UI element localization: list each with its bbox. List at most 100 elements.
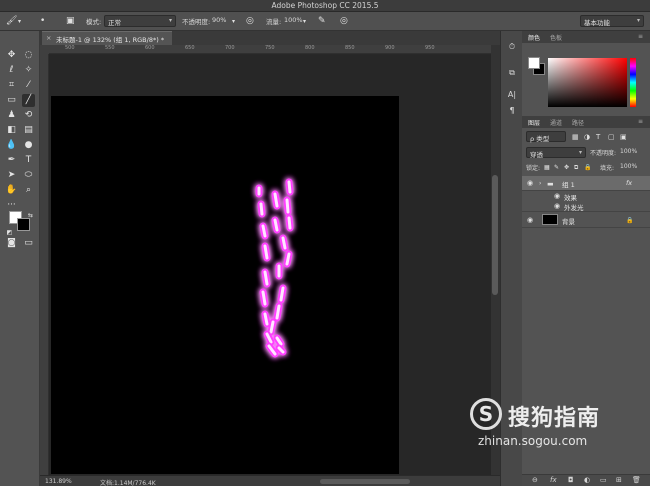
history-brush-icon[interactable]: ⟲	[22, 109, 35, 122]
ruler-tick-label: 900	[385, 45, 395, 51]
lock-position-icon[interactable]: ✥	[564, 163, 569, 173]
delete-layer-icon[interactable]: 🗑	[632, 476, 641, 484]
link-layers-icon[interactable]: ⊖	[532, 476, 538, 484]
filter-adjustment-icon[interactable]: ◑	[584, 132, 590, 142]
eye-icon[interactable]: ◉	[554, 202, 560, 210]
layer-effect-outer-glow-row[interactable]: ◉ 外发光	[522, 201, 650, 212]
horizontal-scroll-thumb[interactable]	[320, 479, 410, 484]
tab-layers[interactable]: 图层	[528, 118, 540, 127]
glow-dash-core	[263, 244, 269, 260]
brush-size-icon[interactable]: •	[40, 16, 45, 26]
layer-filter-select[interactable]: ρ 类型	[526, 131, 566, 143]
properties-icon[interactable]: ⧉	[506, 67, 518, 79]
new-layer-icon[interactable]: ⊞	[616, 476, 622, 484]
color-panel-fg-swatch[interactable]	[528, 57, 540, 69]
chevron-down-icon[interactable]: ▾	[232, 17, 235, 27]
blend-mode-value: 穿透	[530, 151, 543, 159]
glow-dash-core	[273, 192, 279, 208]
swap-colors-icon[interactable]: ⇆	[24, 209, 37, 222]
layer-row-group-1[interactable]: ◉ › ▬ 组 1 fx	[522, 176, 650, 191]
mode-select[interactable]: 正常 ▾	[104, 15, 176, 27]
type-tool-icon[interactable]: T	[22, 154, 35, 167]
color-panel-tabs: 颜色 色板 ≡	[522, 31, 650, 43]
brush-panel-icon[interactable]: ▣	[66, 16, 75, 26]
eraser-tool-icon[interactable]: ◧	[5, 124, 18, 137]
layer-row-background[interactable]: ◉ 背景 🔒	[522, 212, 650, 228]
opacity-value[interactable]: 90%	[212, 16, 226, 24]
filter-pixel-icon[interactable]: ▦	[572, 132, 579, 142]
glow-dash-core	[287, 216, 292, 230]
layer-opacity-value[interactable]: 100%	[620, 148, 637, 155]
layer-effects-row[interactable]: ◉ 效果	[522, 191, 650, 202]
artboard[interactable]	[51, 96, 399, 474]
eye-icon[interactable]: ◉	[527, 216, 533, 224]
adjustment-layer-icon[interactable]: ◐	[584, 476, 590, 484]
fx-badge[interactable]: fx	[626, 179, 632, 187]
chevron-down-icon[interactable]: ▾	[303, 17, 306, 27]
workspace-select[interactable]: 基本功能 ▾	[580, 15, 644, 27]
dodge-tool-icon[interactable]: ●	[22, 139, 35, 152]
glow-dash-core	[269, 320, 275, 334]
lock-all-icon[interactable]: 🔒	[584, 163, 591, 173]
quick-mask-icon[interactable]: ◙	[5, 237, 18, 250]
scroll-thumb[interactable]	[492, 175, 498, 295]
crop-tool-icon[interactable]: ⌗	[5, 79, 18, 92]
path-selection-icon[interactable]: ➤	[5, 169, 18, 182]
healing-brush-icon[interactable]: ▭	[5, 94, 18, 107]
panel-menu-icon[interactable]: ≡	[638, 33, 643, 40]
tab-swatches[interactable]: 色板	[550, 33, 562, 42]
history-icon[interactable]: ⏱	[506, 41, 518, 53]
eye-icon[interactable]: ◉	[527, 179, 533, 187]
filter-type-icon[interactable]: T	[596, 132, 600, 142]
airbrush-icon[interactable]: ✎	[318, 16, 326, 26]
magic-wand-icon[interactable]: ✧	[22, 64, 35, 77]
lock-image-icon[interactable]: ✎	[554, 163, 559, 173]
eyedropper-tool-icon[interactable]: ⁄	[22, 79, 35, 92]
pressure-size-icon[interactable]: ◎	[340, 16, 348, 26]
lasso-tool-icon[interactable]: ℓ	[5, 64, 18, 77]
blend-mode-select[interactable]: 穿透 ▾	[526, 147, 586, 159]
zoom-tool-icon[interactable]: ⌕	[22, 184, 35, 197]
tab-channels[interactable]: 通道	[550, 118, 562, 127]
screen-mode-icon[interactable]: ▭	[22, 237, 35, 250]
marquee-tool-icon[interactable]: ◌	[22, 49, 35, 62]
layer-filter-label: ρ 类型	[530, 135, 550, 143]
color-picker-field[interactable]	[548, 58, 627, 107]
chevron-down-icon[interactable]: ▾	[18, 17, 21, 27]
ruler-tick-label: 800	[305, 45, 315, 51]
new-group-icon[interactable]: ▭	[600, 476, 607, 484]
tab-paths[interactable]: 路径	[572, 118, 584, 127]
character-icon[interactable]: A|	[506, 89, 518, 101]
pressure-opacity-icon[interactable]: ◎	[246, 16, 254, 26]
filter-shape-icon[interactable]: ▢	[608, 132, 615, 142]
lock-artboard-icon[interactable]: ⧉	[574, 163, 578, 173]
flow-value[interactable]: 100%	[284, 16, 303, 24]
eye-icon[interactable]: ◉	[554, 192, 560, 200]
zoom-level[interactable]: 131.89%	[45, 478, 72, 485]
brush-preset-icon[interactable]: 🖌	[6, 16, 17, 26]
hand-tool-icon[interactable]: ✋	[5, 184, 18, 197]
fill-value[interactable]: 100%	[620, 163, 637, 170]
brush-tool-icon[interactable]: ╱	[22, 94, 35, 107]
panel-menu-icon[interactable]: ≡	[638, 118, 643, 125]
lock-transparent-icon[interactable]: ▦	[544, 163, 550, 173]
chevron-right-icon[interactable]: ›	[539, 179, 541, 189]
pen-tool-icon[interactable]: ✒	[5, 154, 18, 167]
add-style-icon[interactable]: fx	[550, 476, 557, 484]
doc-info[interactable]: 文档:1.14M/776.4K	[100, 478, 156, 486]
hue-slider[interactable]	[630, 58, 636, 107]
add-mask-icon[interactable]: ◘	[568, 476, 574, 484]
paragraph-icon[interactable]: ¶	[506, 105, 518, 117]
filter-smart-object-icon[interactable]: ▣	[620, 132, 627, 142]
close-icon[interactable]: ×	[46, 34, 51, 42]
layer-name: 背景	[562, 218, 575, 226]
move-tool-icon[interactable]: ✥	[5, 49, 18, 62]
document-tab[interactable]: × 未标题-1 @ 132% (组 1, RGB/8*) *	[42, 31, 173, 45]
mode-value: 正常	[108, 19, 121, 27]
gradient-tool-icon[interactable]: ▤	[22, 124, 35, 137]
blur-tool-icon[interactable]: 💧	[5, 139, 18, 152]
ellipse-tool-icon[interactable]: ⬭	[22, 169, 35, 182]
watermark: S 搜狗指南 zhinan.sogou.com	[470, 398, 645, 448]
clone-stamp-icon[interactable]: ♟	[5, 109, 18, 122]
tab-color[interactable]: 颜色	[528, 33, 540, 42]
